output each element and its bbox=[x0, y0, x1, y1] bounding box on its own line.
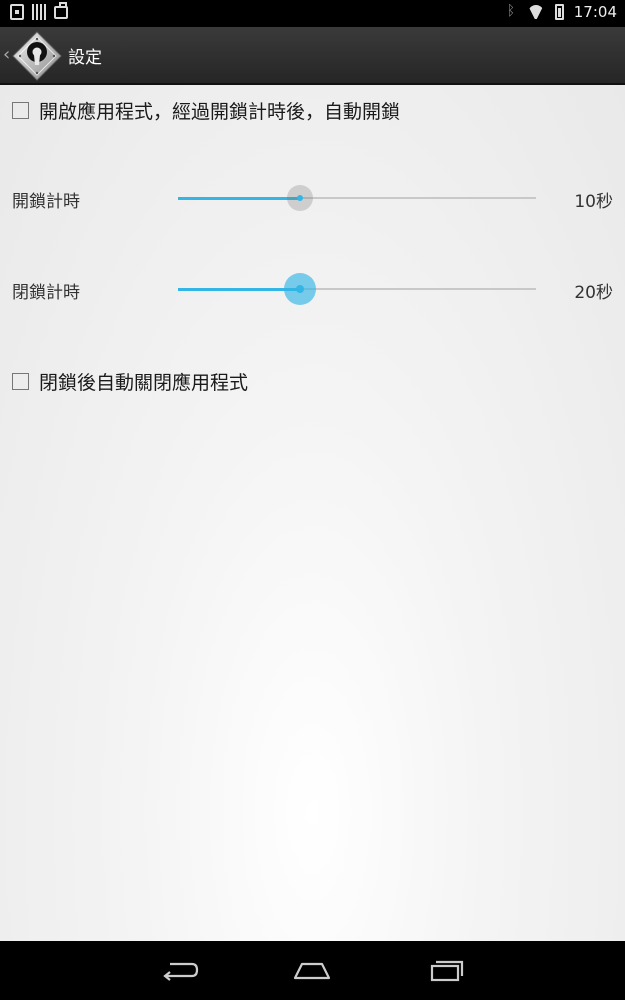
bluetooth-icon bbox=[507, 3, 517, 20]
bag-icon bbox=[54, 2, 68, 19]
unlock-timer-value: 10秒 bbox=[574, 192, 613, 212]
chevron-left-icon: ‹ bbox=[3, 44, 11, 65]
notification-icons bbox=[10, 2, 68, 20]
action-bar: ‹ 設定 bbox=[0, 27, 625, 85]
lock-timer-setting: 閉鎖計時 20秒 bbox=[0, 268, 625, 308]
home-icon[interactable] bbox=[292, 956, 332, 984]
recents-icon[interactable] bbox=[426, 956, 466, 984]
status-time: 17:04 bbox=[573, 3, 617, 21]
auto-unlock-setting[interactable]: 開啟應用程式，經過開鎖計時後，自動開鎖 bbox=[12, 97, 400, 124]
back-icon[interactable] bbox=[160, 956, 200, 984]
phone-icon bbox=[10, 4, 24, 20]
auto-close-checkbox[interactable] bbox=[12, 373, 29, 390]
lock-timer-label: 閉鎖計時 bbox=[12, 283, 80, 303]
lock-timer-slider[interactable] bbox=[178, 273, 536, 305]
unlock-timer-thumb[interactable] bbox=[286, 185, 313, 211]
auto-unlock-label: 開啟應用程式，經過開鎖計時後，自動開鎖 bbox=[39, 101, 401, 123]
unlock-timer-label: 開鎖計時 bbox=[12, 192, 80, 212]
lock-timer-fill bbox=[178, 287, 300, 291]
keyhole-diamond-icon bbox=[12, 31, 62, 81]
unlock-timer-setting: 開鎖計時 10秒 bbox=[0, 177, 625, 217]
auto-close-setting[interactable]: 閉鎖後自動關閉應用程式 bbox=[12, 368, 248, 395]
unlock-timer-fill bbox=[178, 196, 300, 200]
lock-timer-thumb[interactable] bbox=[283, 273, 316, 305]
unlock-timer-slider[interactable] bbox=[178, 185, 536, 211]
battery-icon bbox=[554, 4, 564, 20]
lock-timer-value: 20秒 bbox=[574, 283, 613, 303]
navigation-bar bbox=[0, 941, 625, 1000]
status-bar: 17:04 bbox=[0, 0, 625, 27]
system-icons: 17:04 bbox=[507, 3, 617, 21]
settings-list: 開啟應用程式，經過開鎖計時後，自動開鎖 開鎖計時 10秒 閉鎖計時 20秒 閉鎖… bbox=[0, 85, 625, 941]
page-title: 設定 bbox=[68, 48, 102, 68]
auto-close-label: 閉鎖後自動關閉應用程式 bbox=[39, 372, 249, 394]
auto-unlock-checkbox[interactable] bbox=[12, 102, 29, 119]
wifi-icon bbox=[527, 5, 545, 19]
barcode-icon bbox=[32, 4, 46, 20]
